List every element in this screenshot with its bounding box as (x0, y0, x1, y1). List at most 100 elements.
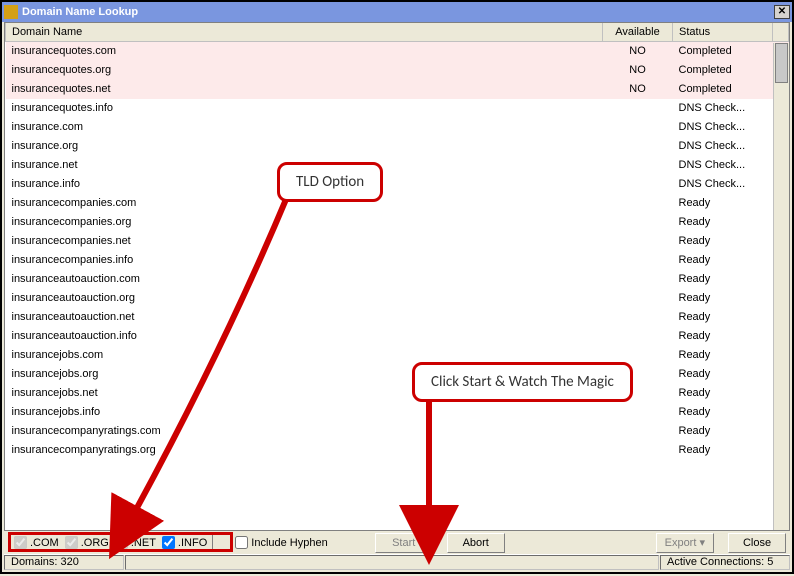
col-scroll-spacer (773, 23, 789, 42)
abort-button[interactable]: Abort (447, 533, 505, 553)
domains-label: Domains: (11, 556, 57, 568)
table-row[interactable]: insurancequotes.orgNOCompleted (6, 61, 789, 80)
table-row[interactable]: insurancecompanies.comReady (6, 194, 789, 213)
cell-available: NO (603, 61, 673, 80)
cell-domain: insuranceautoauction.org (6, 289, 603, 308)
tld-com-checkbox[interactable]: .COM (14, 536, 59, 549)
table-row[interactable]: insurancequotes.infoDNS Check... (6, 99, 789, 118)
vertical-scrollbar[interactable] (773, 43, 789, 531)
cell-available (603, 194, 673, 213)
annotation-tld-text: TLD Option (296, 173, 364, 191)
status-domains: Domains: 320 (4, 555, 124, 570)
table-row[interactable]: insurancejobs.orgReady (6, 365, 789, 384)
conn-label: Active Connections: (667, 556, 764, 568)
cell-status: Ready (673, 194, 773, 213)
cell-domain: insuranceautoauction.com (6, 270, 603, 289)
table-row[interactable]: insurancejobs.infoReady (6, 403, 789, 422)
table-row[interactable]: insuranceautoauction.com Ready (6, 270, 789, 289)
col-domain[interactable]: Domain Name (6, 23, 603, 42)
tld-org-label: .ORG (81, 537, 109, 549)
status-connections: Active Connections: 5 (660, 555, 790, 570)
domain-table: Domain Name Available Status insurancequ… (5, 23, 789, 460)
start-button[interactable]: Start (375, 533, 433, 553)
cell-status: Ready (673, 327, 773, 346)
cell-available (603, 99, 673, 118)
col-available[interactable]: Available (603, 23, 673, 42)
table-wrap: Domain Name Available Status insurancequ… (5, 23, 789, 531)
cell-domain: insurance.com (6, 118, 603, 137)
tld-net-checkbox[interactable]: .NET (115, 536, 156, 549)
table-row[interactable]: insurancequotes.comNOCompleted (6, 42, 789, 61)
table-row[interactable]: insurance.com DNS Check... (6, 118, 789, 137)
cell-available (603, 327, 673, 346)
cell-available (603, 251, 673, 270)
cell-status: Ready (673, 346, 773, 365)
cell-status: DNS Check... (673, 118, 773, 137)
cell-domain: insurance.org (6, 137, 603, 156)
tld-org-checkbox[interactable]: .ORG (65, 536, 109, 549)
cell-status: Ready (673, 251, 773, 270)
col-status[interactable]: Status (673, 23, 773, 42)
cell-available (603, 232, 673, 251)
cell-status: Ready (673, 308, 773, 327)
table-row[interactable]: insurancejobs.netReady (6, 384, 789, 403)
table-row[interactable]: insurancecompanies.org Ready (6, 213, 789, 232)
close-icon[interactable]: ✕ (774, 5, 790, 19)
cell-available (603, 270, 673, 289)
cell-domain: insurancecompanies.org (6, 213, 603, 232)
cell-domain: insurancecompanyratings.com (6, 422, 603, 441)
cell-status: Ready (673, 441, 773, 460)
cell-status: Ready (673, 270, 773, 289)
cell-available (603, 137, 673, 156)
status-bar: Domains: 320 Active Connections: 5 (4, 554, 790, 570)
tld-info-checkbox[interactable]: .INFO (162, 536, 207, 549)
cell-available: NO (603, 80, 673, 99)
cell-available (603, 175, 673, 194)
cell-status: Ready (673, 384, 773, 403)
chevron-down-icon: ▾ (699, 537, 705, 549)
table-row[interactable]: insurancecompanyratings.orgReady (6, 441, 789, 460)
table-row[interactable]: insurancecompanies.netReady (6, 232, 789, 251)
table-row[interactable]: insurancecompanies.infoReady (6, 251, 789, 270)
cell-status: Completed (673, 80, 773, 99)
app-icon (4, 5, 18, 19)
cell-available (603, 118, 673, 137)
conn-count: 5 (767, 556, 773, 568)
table-row[interactable]: insuranceautoauction.info Ready (6, 327, 789, 346)
table-row[interactable]: insurance.org DNS Check... (6, 137, 789, 156)
table-row[interactable]: insuranceautoauction.net Ready (6, 308, 789, 327)
cell-status: DNS Check... (673, 175, 773, 194)
cell-status: Ready (673, 365, 773, 384)
annotation-start-text: Click Start & Watch The Magic (431, 373, 614, 391)
table-row[interactable]: insuranceautoauction.orgReady (6, 289, 789, 308)
table-row[interactable]: insurance.netDNS Check... (6, 156, 789, 175)
window-title: Domain Name Lookup (22, 6, 138, 18)
cell-available (603, 422, 673, 441)
cell-available: NO (603, 42, 673, 61)
table-row[interactable]: insurancejobs.comReady (6, 346, 789, 365)
cell-status: Ready (673, 232, 773, 251)
close-button[interactable]: Close (728, 533, 786, 553)
table-row[interactable]: insurancequotes.netNOCompleted (6, 80, 789, 99)
table-row[interactable]: insurancecompanyratings.comReady (6, 422, 789, 441)
annotation-start-callout: Click Start & Watch The Magic (412, 362, 633, 402)
cell-available (603, 156, 673, 175)
cell-status: DNS Check... (673, 156, 773, 175)
tld-option-group: .COM .ORG .NET .INFO (8, 534, 213, 551)
cell-status: Completed (673, 42, 773, 61)
include-hyphen-checkbox[interactable]: Include Hyphen (235, 536, 327, 549)
export-button-label: Export (665, 537, 697, 549)
export-button[interactable]: Export ▾ (656, 533, 714, 553)
cell-status: Ready (673, 213, 773, 232)
status-spacer (125, 555, 659, 570)
cell-domain: insurancequotes.info (6, 99, 603, 118)
domains-count: 320 (61, 556, 79, 568)
cell-domain: insuranceautoauction.info (6, 327, 603, 346)
cell-status: DNS Check... (673, 137, 773, 156)
cell-domain: insurancejobs.info (6, 403, 603, 422)
cell-available (603, 308, 673, 327)
scrollbar-thumb[interactable] (775, 43, 788, 83)
cell-domain: insuranceautoauction.net (6, 308, 603, 327)
cell-available (603, 441, 673, 460)
table-row[interactable]: insurance.infoDNS Check... (6, 175, 789, 194)
